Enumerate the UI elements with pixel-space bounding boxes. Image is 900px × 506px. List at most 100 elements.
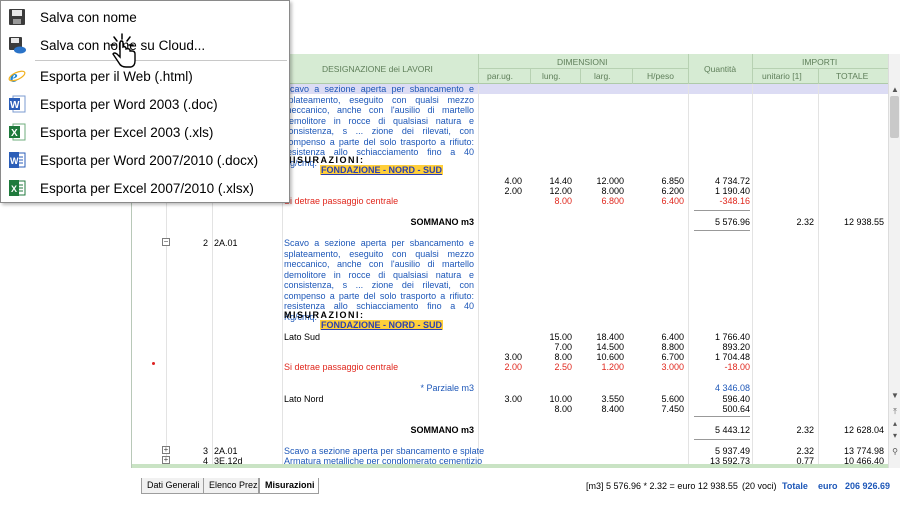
excel-2007-icon: X — [9, 180, 26, 196]
zoom-search-icon[interactable]: ⚲ — [889, 446, 900, 458]
svg-text:X: X — [11, 184, 17, 194]
cell-lung: 8.00 — [554, 404, 572, 414]
collapse-item2-icon[interactable]: − — [162, 238, 170, 246]
cell-quantita: 500.64 — [722, 404, 750, 414]
totale-value: 12 628.04 — [843, 425, 884, 435]
cell-quantita: 596.40 — [722, 394, 750, 404]
scroll-up-arrow-icon[interactable]: ▲ — [889, 84, 900, 96]
word-2007-icon: W — [9, 152, 26, 168]
cell-quantita: 1 766.40 — [714, 332, 750, 342]
cell-lung: 12.00 — [549, 186, 572, 196]
item1-group-label[interactable]: FONDAZIONE - NORD - SUD — [320, 165, 443, 175]
header-larg: larg. — [594, 71, 611, 81]
item3-description: Scavo a sezione aperta per sbancamento e… — [284, 446, 485, 456]
sommano-label: SOMMANO m3 — [410, 217, 474, 227]
header-h-peso: H/peso — [647, 71, 674, 81]
lato-nord-label: Lato Nord — [284, 394, 324, 404]
cell-h-peso: 6.400 — [661, 332, 684, 342]
header-lung: lung. — [542, 71, 561, 81]
cell-larg: 1.200 — [601, 362, 624, 372]
parziale-quantita: 4 346.08 — [714, 383, 750, 393]
menu-item-esporta-word-2003[interactable]: W Esporta per Word 2003 (.doc) — [1, 90, 289, 118]
sommano-quantita: 5 443.12 — [714, 425, 750, 435]
lato-sud-label: Lato Sud — [284, 332, 321, 342]
item1-misurazioni-label: MISURAZIONI: — [284, 155, 365, 165]
status-formula: [m3] 5 576.96 * 2.32 = euro 12 938.55 — [586, 481, 738, 491]
word-2003-icon: W — [9, 95, 26, 113]
expand-item4-icon[interactable]: + — [162, 456, 170, 464]
menu-item-label: Esporta per il Web (.html) — [40, 69, 193, 84]
cell-par-ug: 2.00 — [504, 186, 522, 196]
item2-misurazioni-label: MISURAZIONI: — [284, 310, 365, 320]
expand-item3-icon[interactable]: + — [162, 446, 170, 454]
tab-elenco-prezzi[interactable]: Elenco Prezzi — [203, 478, 259, 494]
cell-quantita: 1 704.48 — [714, 352, 750, 362]
cell-par-ug: 3.00 — [504, 394, 522, 404]
scroll-top-icon[interactable]: ⤒ — [889, 406, 900, 418]
tab-misurazioni[interactable]: Misurazioni — [259, 478, 319, 494]
totale-value: 12 938.55 — [843, 217, 884, 227]
cell-par-ug: 4.00 — [504, 176, 522, 186]
sommano-label: SOMMANO m3 — [410, 425, 474, 435]
scroll-page-up-icon[interactable]: ▴ — [889, 418, 900, 430]
cell-h-peso: 6.850 — [661, 176, 684, 186]
detrae-label: Si detrae passaggio centrale — [284, 196, 399, 206]
cell-h-peso: 3.000 — [661, 362, 684, 372]
scrollbar-thumb[interactable] — [890, 96, 899, 138]
save-export-menu: Salva con nome Salva con nome su Cloud..… — [0, 0, 290, 203]
status-voci-count: (20 voci) — [742, 481, 777, 491]
cell-lung: 14.40 — [549, 176, 572, 186]
menu-item-esporta-excel-2003[interactable]: X Esporta per Excel 2003 (.xls) — [1, 118, 289, 146]
unitario-value: 2.32 — [796, 217, 814, 227]
header-unitario: unitario [1] — [762, 71, 802, 81]
cell-quantita: -348.16 — [719, 196, 750, 206]
scroll-page-down-icon[interactable]: ▾ — [889, 430, 900, 442]
cloud-save-icon — [9, 37, 26, 54]
cell-h-peso: 8.800 — [661, 342, 684, 352]
item3-quantita: 5 937.49 — [714, 446, 750, 456]
row-marker-dot — [152, 362, 155, 365]
item3-totale: 13 774.98 — [843, 446, 884, 456]
ie-web-icon: e — [8, 67, 26, 85]
header-designazione: DESIGNAZIONE dei LAVORI — [322, 64, 433, 74]
menu-item-label: Esporta per Word 2003 (.doc) — [40, 97, 218, 112]
header-dimensioni: DIMENSIONI — [557, 57, 608, 67]
menu-item-esporta-excel-2007[interactable]: X Esporta per Excel 2007/2010 (.xlsx) — [1, 174, 289, 202]
cell-lung: 8.00 — [554, 196, 572, 206]
cell-larg: 8.400 — [601, 404, 624, 414]
cell-h-peso: 6.200 — [661, 186, 684, 196]
cell-lung: 15.00 — [549, 332, 572, 342]
cell-par-ug: 2.00 — [504, 362, 522, 372]
item3-unitario: 2.32 — [796, 446, 814, 456]
cell-larg: 18.400 — [596, 332, 624, 342]
cell-lung: 10.00 — [549, 394, 572, 404]
cell-larg: 10.600 — [596, 352, 624, 362]
menu-item-salva-con-nome[interactable]: Salva con nome — [1, 3, 289, 31]
cell-larg: 3.550 — [601, 394, 624, 404]
header-totale: TOTALE — [836, 71, 869, 81]
item2-group-label[interactable]: FONDAZIONE - NORD - SUD — [320, 320, 443, 330]
menu-item-label: Esporta per Excel 2007/2010 (.xlsx) — [40, 181, 254, 196]
menu-item-esporta-web[interactable]: e Esporta per il Web (.html) — [1, 62, 289, 90]
scroll-down-arrow-icon[interactable]: ▼ — [889, 390, 900, 402]
sommano-quantita: 5 576.96 — [714, 217, 750, 227]
item2-number: 2 — [202, 238, 208, 248]
parziale-label: * Parziale m3 — [420, 383, 474, 393]
cell-lung: 8.00 — [554, 352, 572, 362]
menu-item-salva-cloud[interactable]: Salva con nome su Cloud... — [1, 31, 289, 59]
menu-item-esporta-word-2007[interactable]: W Esporta per Word 2007/2010 (.docx) — [1, 146, 289, 174]
header-par-ug: par.ug. — [487, 71, 513, 81]
cell-lung: 7.00 — [554, 342, 572, 352]
cell-h-peso: 7.450 — [661, 404, 684, 414]
status-totale-label: Totale — [782, 481, 808, 491]
menu-item-label: Esporta per Excel 2003 (.xls) — [40, 125, 214, 140]
cell-h-peso: 6.700 — [661, 352, 684, 362]
cell-larg: 8.000 — [601, 186, 624, 196]
cell-h-peso: 6.400 — [661, 196, 684, 206]
item3-number: 3 — [202, 446, 208, 456]
cell-par-ug: 3.00 — [504, 352, 522, 362]
status-totale-value: 206 926.69 — [845, 481, 891, 491]
floppy-save-icon — [9, 9, 25, 25]
unitario-value: 2.32 — [796, 425, 814, 435]
item3-code: 2A.01 — [214, 446, 238, 456]
